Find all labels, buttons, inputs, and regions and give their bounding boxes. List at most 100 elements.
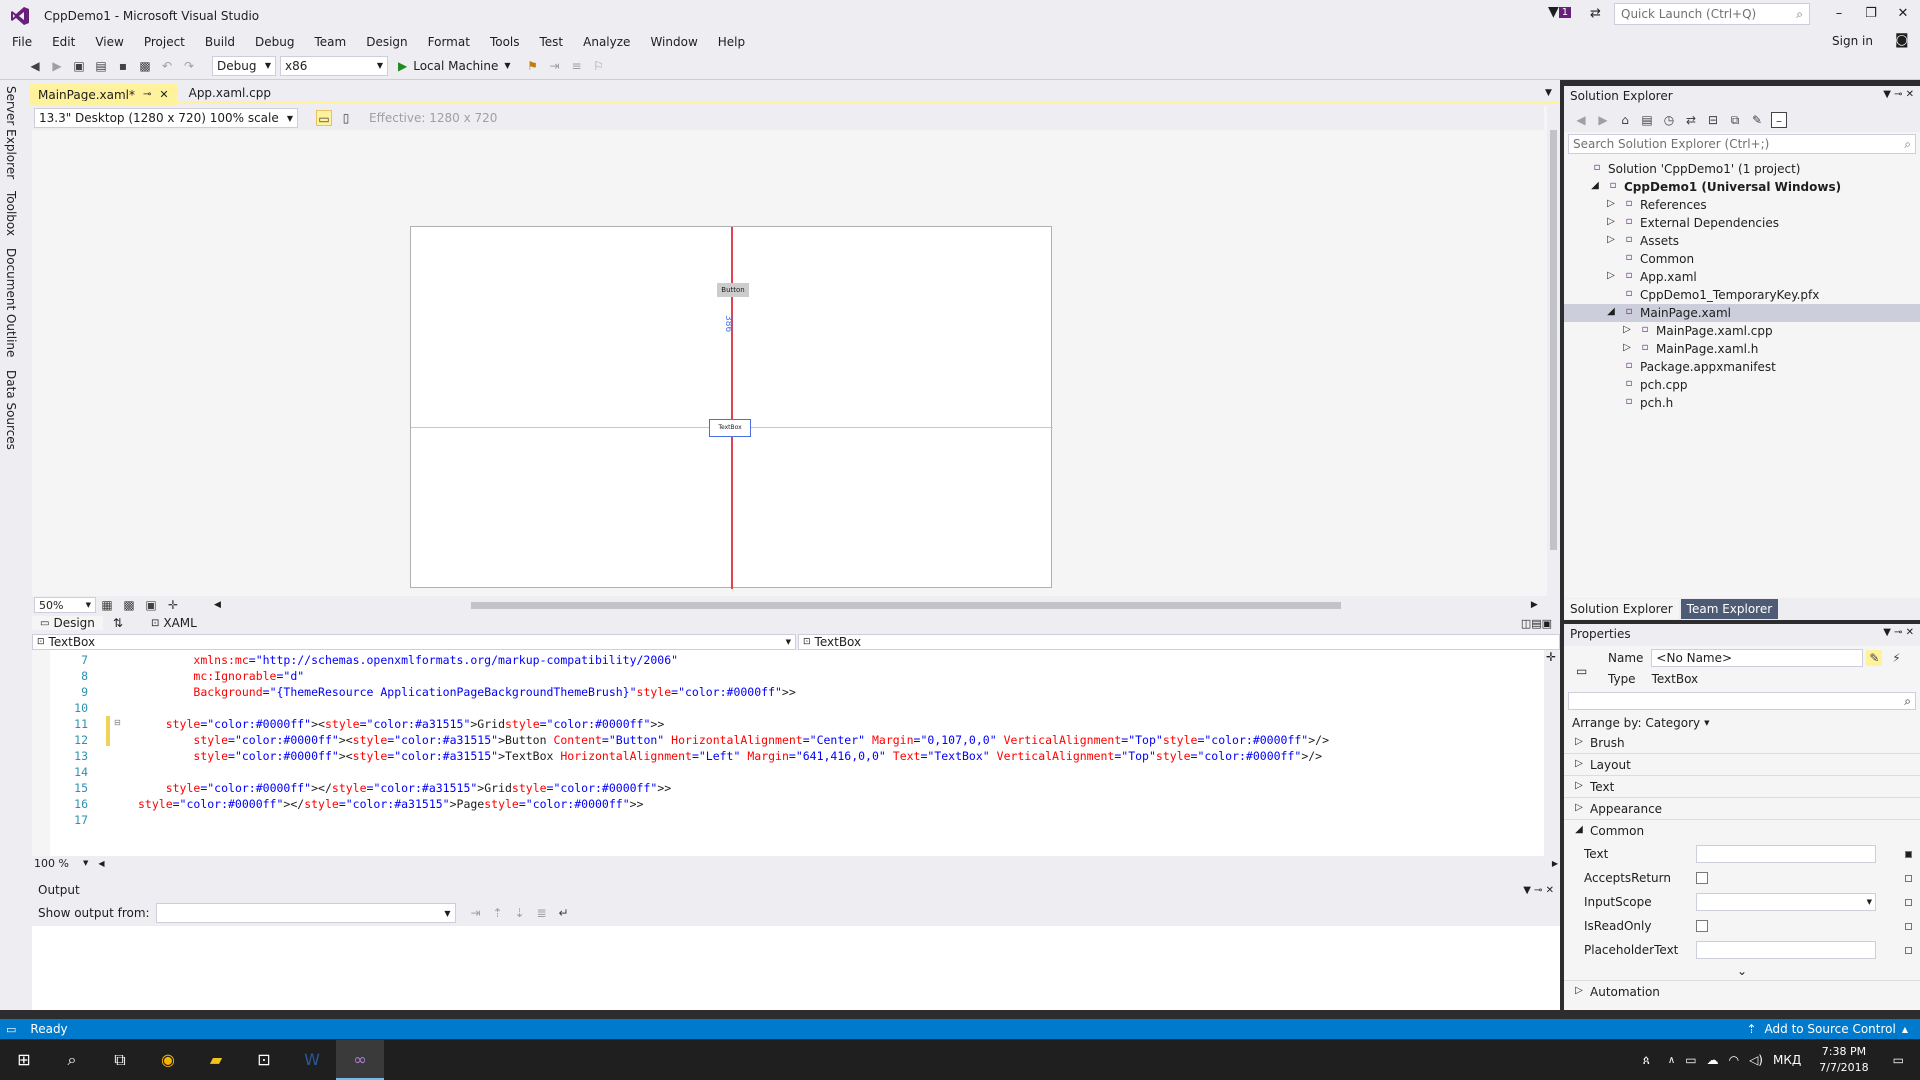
add-to-source-control[interactable]: Add to Source Control bbox=[1765, 1022, 1896, 1036]
landscape-icon[interactable]: ▭ bbox=[316, 110, 332, 126]
goto-location-icon[interactable]: ⇥ bbox=[468, 905, 484, 921]
task-view-icon[interactable]: ⧉ bbox=[96, 1040, 144, 1080]
back-icon[interactable]: ◀ bbox=[27, 58, 43, 74]
tree-item[interactable]: ▫ Package.appxmanifest bbox=[1564, 358, 1920, 376]
code-line[interactable]: 10 bbox=[40, 700, 1329, 716]
expander-icon[interactable]: ◢ bbox=[1588, 180, 1602, 194]
windows-start-icon[interactable]: ⊞ bbox=[0, 1040, 48, 1080]
minimize-button[interactable]: – bbox=[1824, 0, 1854, 28]
category-layout[interactable]: ▷ Layout bbox=[1564, 754, 1920, 776]
code-line[interactable]: 13 style="color:#0000ff"><style="color:#… bbox=[40, 748, 1329, 764]
tree-item[interactable]: ▷ ▫ MainPage.xaml.h bbox=[1564, 340, 1920, 358]
open-file-icon[interactable]: ▤ bbox=[93, 58, 109, 74]
editor-zoom[interactable]: 100 % bbox=[34, 857, 69, 870]
menu-format[interactable]: Format bbox=[418, 32, 480, 52]
name-input[interactable]: <No Name> bbox=[1651, 649, 1864, 667]
category-text[interactable]: ▷ Text bbox=[1564, 776, 1920, 798]
redo-icon[interactable]: ↷ bbox=[181, 58, 197, 74]
tab-data-sources[interactable]: Data Sources bbox=[0, 364, 22, 456]
expander-icon[interactable]: ▷ bbox=[1604, 198, 1618, 212]
snap-lines-icon[interactable]: ✛ bbox=[165, 597, 181, 613]
tab-list-dropdown-icon[interactable]: ▼ bbox=[1545, 88, 1552, 98]
tree-item[interactable]: ▷ ▫ References bbox=[1564, 196, 1920, 214]
code-line[interactable]: 7 xmlns:mc="http://schemas.openxmlformat… bbox=[40, 652, 1329, 668]
undo-icon[interactable]: ↶ bbox=[159, 58, 175, 74]
scroll-left-icon[interactable]: ◀ bbox=[98, 859, 104, 868]
tab-design[interactable]: ▭ Design bbox=[32, 616, 103, 630]
designer-button[interactable]: Button bbox=[717, 283, 749, 297]
collapse-all-icon[interactable]: ⊟ bbox=[1705, 112, 1721, 128]
arrange-by-select[interactable]: Arrange by: Category ▼ bbox=[1564, 714, 1920, 732]
property-checkbox[interactable] bbox=[1696, 872, 1708, 884]
forward-icon[interactable]: ▶ bbox=[1595, 112, 1611, 128]
tree-item[interactable]: ▫ CppDemo1_TemporaryKey.pfx bbox=[1564, 286, 1920, 304]
property-checkbox[interactable] bbox=[1696, 920, 1708, 932]
grid-icon[interactable]: ▦ bbox=[99, 597, 115, 613]
element-nav-left[interactable]: ⊡ TextBox ▼ bbox=[32, 634, 796, 650]
artboard[interactable]: Button 386 TextBox bbox=[410, 226, 1053, 589]
tree-item[interactable]: ◢ ▫ CppDemo1 (Universal Windows) bbox=[1564, 178, 1920, 196]
menu-project[interactable]: Project bbox=[134, 32, 195, 52]
next-message-icon[interactable]: ⇣ bbox=[512, 905, 528, 921]
properties-view-icon[interactable]: ✎ bbox=[1866, 650, 1883, 666]
category-automation[interactable]: ▷ Automation bbox=[1564, 980, 1920, 1002]
menu-tools[interactable]: Tools bbox=[480, 32, 530, 52]
expander-icon[interactable]: ▷ bbox=[1604, 234, 1618, 248]
home-icon[interactable]: ⌂ bbox=[1617, 112, 1633, 128]
code-line[interactable]: 11 style="color:#0000ff"><style="color:#… bbox=[40, 716, 1329, 732]
artboard-background-icon[interactable]: ▣ bbox=[143, 597, 159, 613]
code-line[interactable]: 16 style="color:#0000ff"></style="color:#… bbox=[40, 796, 1329, 812]
close-button[interactable]: ✕ bbox=[1888, 0, 1918, 28]
tree-item[interactable]: ▫ Common bbox=[1564, 250, 1920, 268]
back-icon[interactable]: ◀ bbox=[1573, 112, 1589, 128]
solution-platform-select[interactable]: x86 ▼ bbox=[280, 55, 388, 76]
split-icon[interactable]: ✛ bbox=[1546, 650, 1556, 664]
designer-textbox[interactable]: TextBox bbox=[709, 419, 751, 437]
solution-search-input[interactable]: Search Solution Explorer (Ctrl+;) ⌕ bbox=[1568, 134, 1916, 154]
property-input[interactable] bbox=[1696, 845, 1876, 863]
bookmark-icon[interactable]: ⚐ bbox=[591, 58, 607, 74]
menu-help[interactable]: Help bbox=[708, 32, 755, 52]
xaml-code-editor[interactable]: ⊟ 7 xmlns:mc="http://schemas.openxmlform… bbox=[32, 650, 1560, 870]
menu-view[interactable]: View bbox=[85, 32, 133, 52]
advanced-options-marker[interactable] bbox=[1905, 898, 1912, 906]
expander-icon[interactable]: ▷ bbox=[1620, 324, 1634, 338]
scroll-left-icon[interactable]: ◀ bbox=[214, 600, 221, 610]
pending-changes-icon[interactable]: ◷ bbox=[1661, 112, 1677, 128]
sync-icon[interactable]: ⇄ bbox=[1683, 112, 1699, 128]
panel-window-controls[interactable]: ▼ ⊸ ✕ bbox=[1883, 89, 1914, 105]
split-layout-icons[interactable]: ◫▤▣ bbox=[1521, 617, 1552, 630]
scroll-right-icon[interactable]: ▶ bbox=[1531, 600, 1538, 610]
output-content[interactable] bbox=[32, 926, 1560, 1010]
volume-icon[interactable]: ◁) bbox=[1749, 1053, 1763, 1067]
new-project-icon[interactable]: ▣ bbox=[71, 58, 87, 74]
chevron-up-icon[interactable]: ▲ bbox=[1902, 1025, 1908, 1034]
show-more-icon[interactable]: ⌄ bbox=[1564, 962, 1920, 980]
menu-debug[interactable]: Debug bbox=[245, 32, 304, 52]
element-nav-right[interactable]: ⊡ TextBox bbox=[798, 634, 1560, 650]
menu-file[interactable]: File bbox=[2, 32, 42, 52]
battery-icon[interactable]: ▭ bbox=[1685, 1053, 1696, 1067]
prev-message-icon[interactable]: ⇡ bbox=[490, 905, 506, 921]
language-indicator[interactable]: МКД bbox=[1773, 1053, 1801, 1067]
tree-item[interactable]: ▷ ▫ MainPage.xaml.cpp bbox=[1564, 322, 1920, 340]
wifi-icon[interactable]: ◠ bbox=[1729, 1053, 1739, 1067]
category-brush[interactable]: ▷ Brush bbox=[1564, 732, 1920, 754]
device-select[interactable]: 13.3" Desktop (1280 x 720) 100% scale ▼ bbox=[34, 108, 298, 128]
tab-team-explorer[interactable]: Team Explorer bbox=[1680, 599, 1779, 619]
solution-configuration-select[interactable]: Debug ▼ bbox=[212, 55, 276, 76]
word-wrap-icon[interactable]: ↵ bbox=[556, 905, 572, 921]
clock[interactable]: 7:38 PM 7/7/2018 bbox=[1819, 1044, 1868, 1076]
tree-item[interactable]: ▷ ▫ External Dependencies bbox=[1564, 214, 1920, 232]
tree-item[interactable]: ◢ ▫ MainPage.xaml bbox=[1564, 304, 1920, 322]
visual-studio-icon[interactable]: ∞ bbox=[336, 1040, 384, 1080]
code-line[interactable]: 12 style="color:#0000ff"><style="color:#… bbox=[40, 732, 1329, 748]
menu-design[interactable]: Design bbox=[356, 32, 417, 52]
portrait-icon[interactable]: ▯ bbox=[338, 110, 354, 126]
tree-item[interactable]: ▷ ▫ App.xaml bbox=[1564, 268, 1920, 286]
menu-build[interactable]: Build bbox=[195, 32, 245, 52]
tab-xaml[interactable]: ⊡ XAML bbox=[143, 616, 205, 630]
editor-vertical-scrollbar[interactable]: ✛ bbox=[1544, 650, 1560, 856]
expander-icon[interactable]: ▷ bbox=[1604, 270, 1618, 284]
property-select[interactable]: ▼ bbox=[1696, 893, 1876, 911]
